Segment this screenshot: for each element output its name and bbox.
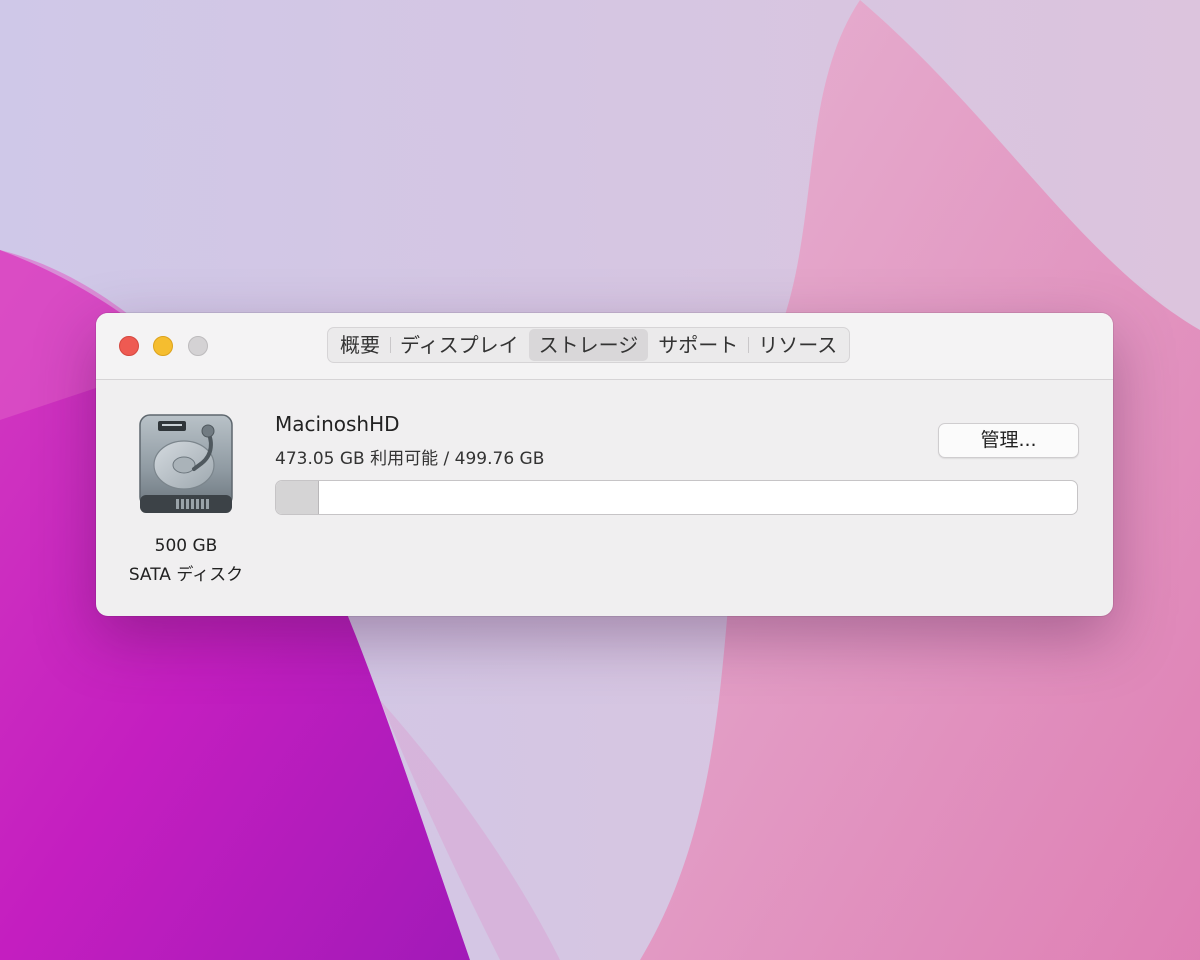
tab-overview[interactable]: 概要	[330, 329, 390, 361]
disk-size: 500 GB	[154, 536, 218, 556]
desktop: 概要 ディスプレイ ストレージ サポート リソース 500 GB SATA ディ…	[0, 0, 1200, 960]
close-button[interactable]	[119, 336, 139, 356]
tab-support[interactable]: サポート	[648, 329, 748, 361]
volume-usage: 473.05 GB 利用可能 / 499.76 GB	[275, 449, 545, 469]
minimize-button[interactable]	[153, 336, 173, 356]
titlebar: 概要 ディスプレイ ストレージ サポート リソース	[96, 313, 1113, 380]
tab-resources[interactable]: リソース	[748, 329, 847, 361]
storage-usage-bar	[275, 480, 1078, 515]
tab-storage[interactable]: ストレージ	[528, 329, 649, 361]
volume-name: MacinoshHD	[275, 412, 400, 436]
hard-disk-icon	[139, 414, 233, 513]
storage-panel: 500 GB SATA ディスク MacinoshHD 473.05 GB 利用…	[96, 380, 1113, 616]
manage-button[interactable]: 管理...	[938, 423, 1079, 458]
zoom-button[interactable]	[188, 336, 208, 356]
about-this-mac-window: 概要 ディスプレイ ストレージ サポート リソース 500 GB SATA ディ…	[96, 313, 1113, 616]
tab-displays[interactable]: ディスプレイ	[390, 329, 529, 361]
disk-type: SATA ディスク	[128, 565, 244, 585]
storage-used-segment	[276, 481, 319, 514]
tab-bar: 概要 ディスプレイ ストレージ サポート リソース	[327, 327, 851, 363]
